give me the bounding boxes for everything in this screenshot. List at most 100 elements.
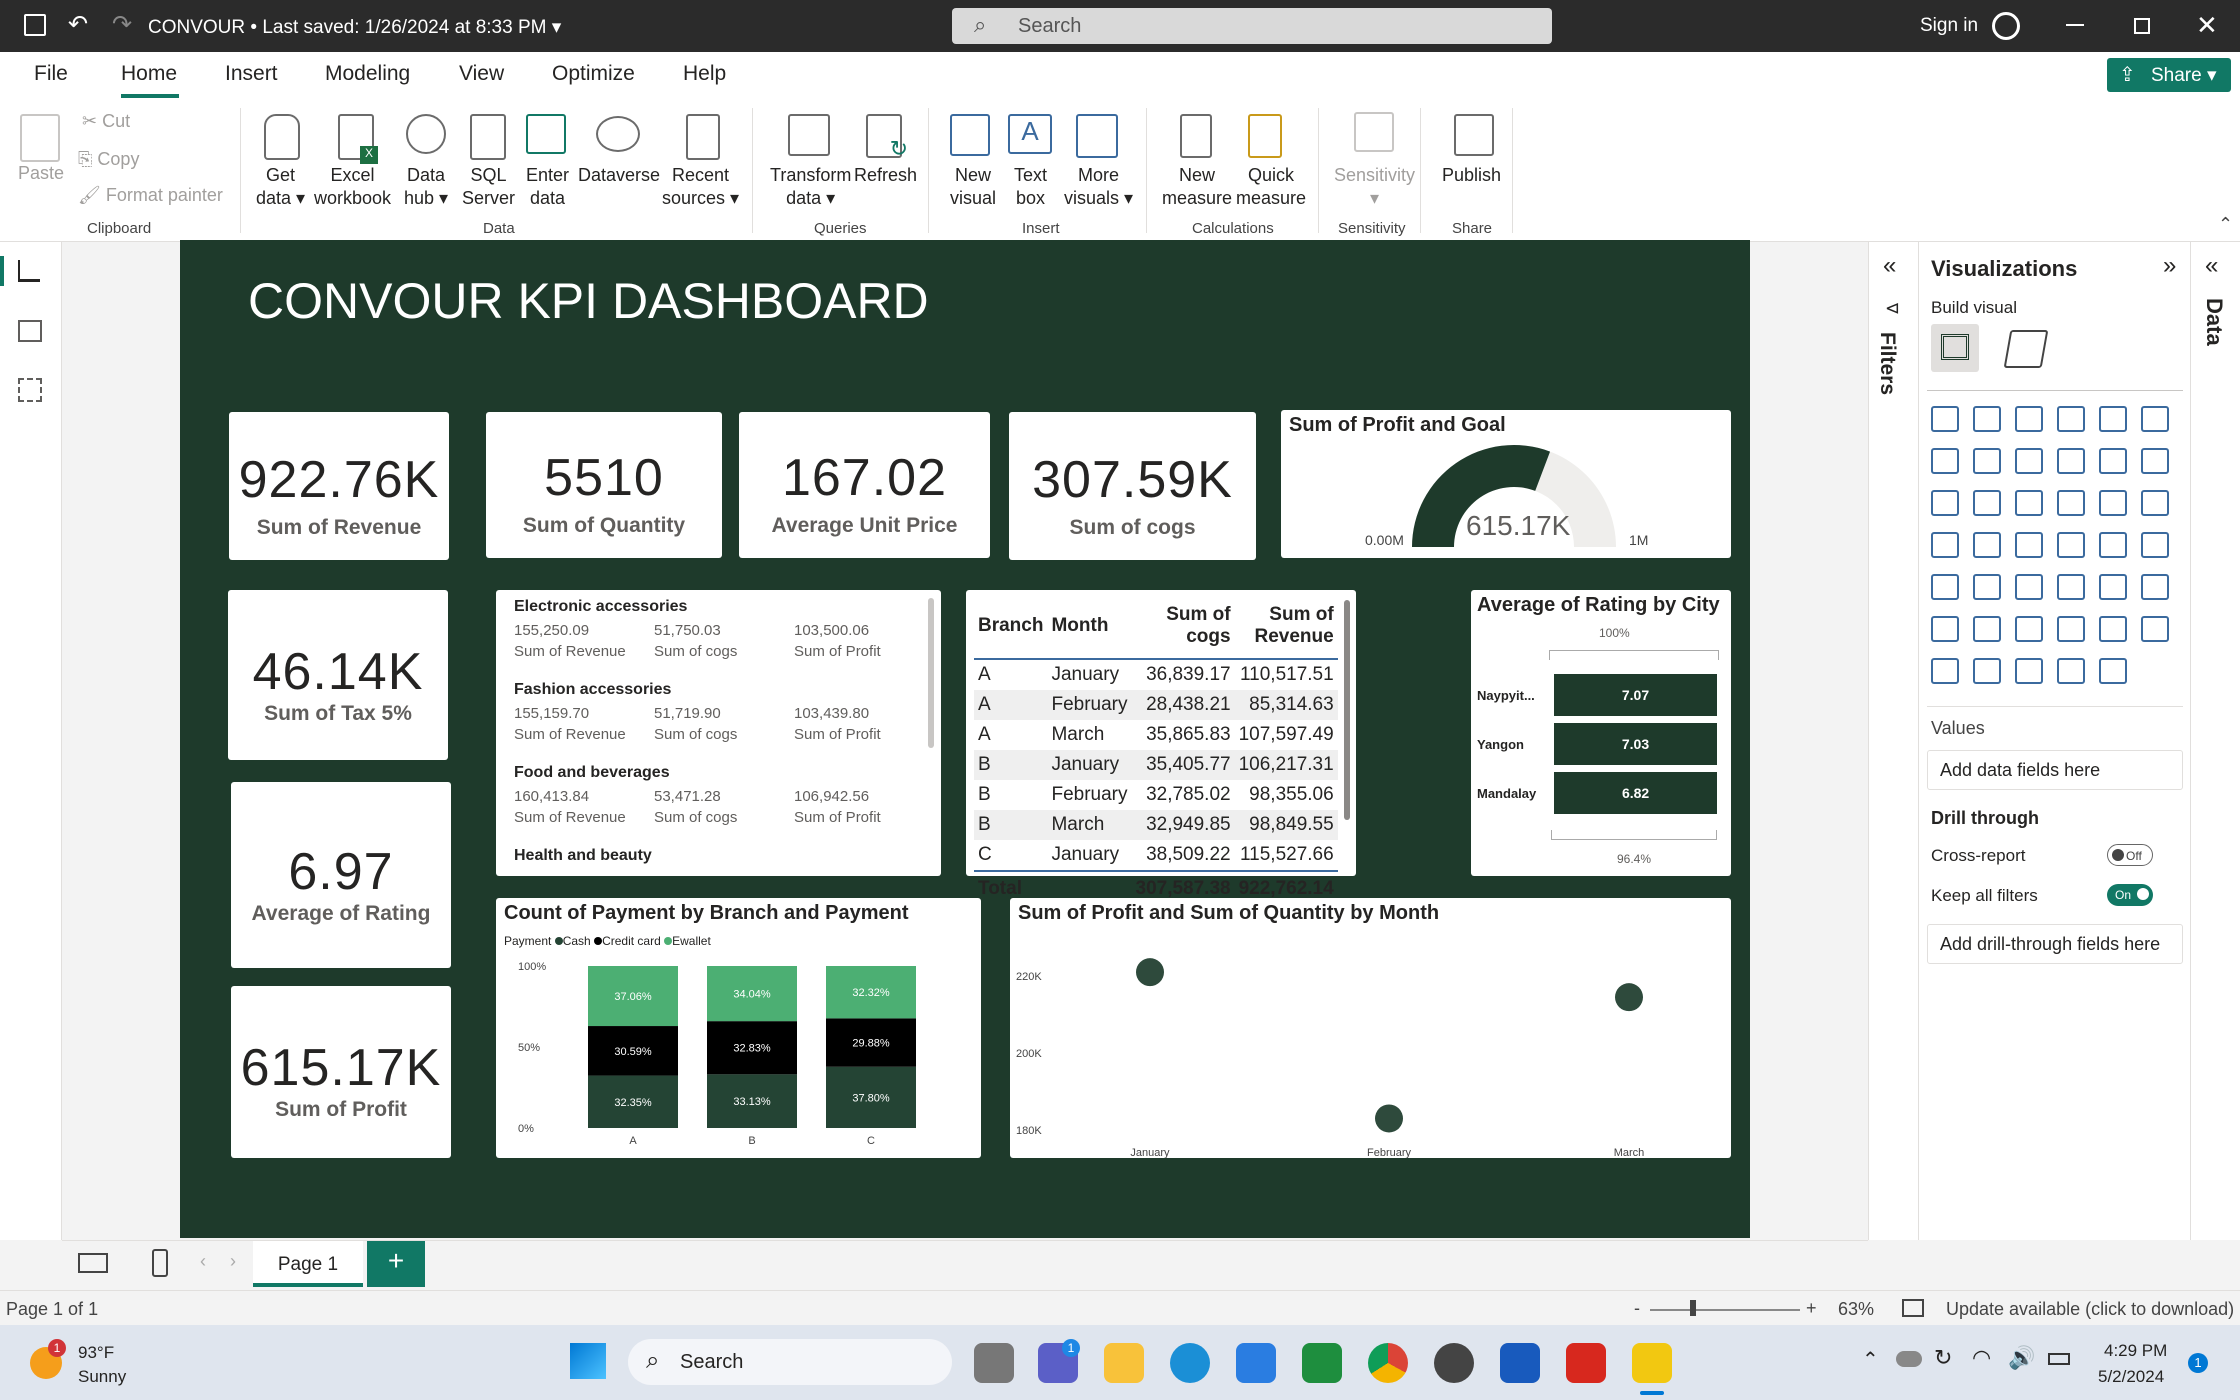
quick-measure-button[interactable]: Quick measure	[1236, 164, 1306, 210]
sync-icon[interactable]: ↻	[1934, 1345, 1952, 1371]
new-visual-button[interactable]: New visual	[950, 164, 996, 210]
matrix-icon[interactable]	[2057, 574, 2085, 600]
slicer-icon[interactable]	[1973, 574, 2001, 600]
diamond-icon[interactable]	[2057, 658, 2085, 684]
table-row[interactable]: B February 32,785.02 98,355.06	[974, 780, 1338, 810]
multirow-card[interactable]: Electronic accessories 155,250.09 Sum of R…	[496, 590, 941, 876]
decomposition-tree-icon[interactable]	[1973, 616, 2001, 642]
filters-label[interactable]: Filters	[1875, 332, 1899, 395]
get-data-button[interactable]: Get data ▾	[256, 164, 305, 210]
tab-insert[interactable]: Insert	[225, 62, 278, 86]
store-icon[interactable]	[1236, 1343, 1276, 1383]
ribbon-chart-icon[interactable]	[2141, 448, 2169, 474]
share-button[interactable]: ⇪ Share ▾	[2107, 58, 2231, 92]
model-view-icon[interactable]	[18, 378, 42, 402]
kpi-icon[interactable]	[1931, 574, 1959, 600]
line-chart-icon[interactable]	[1931, 448, 1959, 474]
tab-modeling[interactable]: Modeling	[325, 62, 410, 86]
profit-quantity-chart-card[interactable]: Sum of Profit and Sum of Quantity by Mon…	[1010, 898, 1731, 1158]
clock-date[interactable]: 5/2/2024	[2098, 1367, 2164, 1387]
file-explorer-icon[interactable]	[1104, 1343, 1144, 1383]
collapse-icon[interactable]: «	[1883, 252, 1896, 280]
tab-file[interactable]: File	[34, 62, 68, 86]
city-bar[interactable]: 7.03	[1554, 723, 1717, 765]
zoom-slider[interactable]: - +	[1634, 1298, 1818, 1318]
payment-chart-card[interactable]: Count of Payment by Branch and Payment P…	[496, 898, 981, 1158]
search-box[interactable]: ⌕ Search	[952, 8, 1552, 44]
scrollbar[interactable]	[1344, 600, 1350, 820]
scatter-point[interactable]	[1615, 983, 1643, 1012]
minimize-icon[interactable]	[2066, 24, 2084, 26]
scatter-icon[interactable]	[2015, 490, 2043, 516]
kpi-card-unit-price[interactable]: 167.02 Average Unit Price	[739, 412, 990, 558]
format-painter-button[interactable]: 🖌 Format painter	[78, 184, 223, 207]
add-data-field[interactable]: Add data fields here	[1927, 750, 2183, 790]
arcgis-icon[interactable]	[2015, 658, 2043, 684]
collapse-ribbon-icon[interactable]: ⌃	[2218, 214, 2233, 235]
publish-button[interactable]: Publish	[1442, 164, 1501, 187]
column-header[interactable]: Sum of Revenue	[1234, 598, 1338, 660]
new-measure-button[interactable]: New measure	[1162, 164, 1232, 210]
data-label[interactable]: Data	[2201, 298, 2227, 346]
chrome-icon[interactable]	[1368, 1343, 1408, 1383]
keep-filters-toggle[interactable]: On	[2107, 884, 2153, 906]
100-column-icon[interactable]	[2141, 406, 2169, 432]
donut-chart-icon[interactable]	[2099, 490, 2127, 516]
chevron-down-icon[interactable]: ▾	[552, 17, 562, 38]
add-drill-field[interactable]: Add drill-through fields here	[1927, 924, 2183, 964]
mobile-layout-icon[interactable]	[152, 1249, 168, 1277]
python-script-icon[interactable]	[2141, 574, 2169, 600]
taskbar-search[interactable]: ⌕ Search	[628, 1339, 952, 1385]
next-page-icon[interactable]: ›	[230, 1251, 236, 1272]
table-card[interactable]: Branch Month Sum of cogs Sum of Revenue A Jan…	[966, 590, 1356, 906]
waterfall-icon[interactable]	[1931, 490, 1959, 516]
redo-icon[interactable]: ↷	[112, 10, 132, 39]
chevron-icon[interactable]	[2099, 658, 2127, 684]
treemap-icon[interactable]	[2141, 490, 2169, 516]
kpi-card-profit[interactable]: 615.17K Sum of Profit	[231, 986, 451, 1158]
powerbi-icon[interactable]	[1632, 1343, 1672, 1383]
power-apps-icon[interactable]	[1931, 658, 1959, 684]
table-row[interactable]: B January 35,405.77 106,217.31	[974, 750, 1338, 780]
tab-optimize[interactable]: Optimize	[552, 62, 635, 86]
power-automate-icon[interactable]	[1973, 658, 2001, 684]
copy-button[interactable]: ⎘ Copy	[78, 148, 139, 171]
transform-data-button[interactable]: Transform data ▾	[770, 164, 851, 210]
build-visual-tab[interactable]	[1931, 324, 1979, 372]
acrobat-icon[interactable]	[1566, 1343, 1606, 1383]
stacked-column-icon[interactable]	[1973, 406, 2001, 432]
kpi-card-revenue[interactable]: 922.76K Sum of Revenue	[229, 412, 449, 560]
funnel-icon[interactable]	[1973, 490, 2001, 516]
undo-icon[interactable]: ↶	[68, 10, 88, 39]
narrative-icon[interactable]	[2057, 616, 2085, 642]
column-header[interactable]: Branch	[974, 598, 1048, 660]
key-influencers-icon[interactable]	[1931, 616, 1959, 642]
wifi-icon[interactable]: ◠	[1972, 1345, 1991, 1371]
scatter-point[interactable]	[1375, 1104, 1403, 1133]
kpi-card-cogs[interactable]: 307.59K Sum of cogs	[1009, 412, 1256, 560]
fit-page-icon[interactable]	[1902, 1299, 1924, 1317]
table-view-icon[interactable]	[18, 320, 42, 342]
scatter-point[interactable]	[1136, 958, 1164, 987]
city-bar[interactable]: 7.07	[1554, 674, 1717, 716]
enter-data-button[interactable]: Enter data	[526, 164, 569, 210]
table-row[interactable]: A February 28,438.21 85,314.63	[974, 690, 1338, 720]
data-hub-button[interactable]: Data hub ▾	[404, 164, 448, 210]
more-icon[interactable]	[2141, 658, 2169, 684]
clock-time[interactable]: 4:29 PM	[2104, 1341, 2167, 1361]
cloud-icon[interactable]	[1896, 1351, 1922, 1367]
sign-in-link[interactable]: Sign in	[1920, 15, 1978, 37]
column-header[interactable]: Month	[1047, 598, 1132, 660]
page-tab[interactable]: Page 1	[253, 1241, 363, 1287]
filled-map-icon[interactable]	[1973, 532, 2001, 558]
table-row[interactable]: A March 35,865.83 107,597.49	[974, 720, 1338, 750]
report-view-icon[interactable]	[18, 260, 40, 282]
update-link[interactable]: Update available (click to download)	[1946, 1299, 2234, 1320]
map-icon[interactable]	[1931, 532, 1959, 558]
line-clustered-icon[interactable]	[2099, 448, 2127, 474]
text-box-button[interactable]: Text box	[1014, 164, 1047, 210]
paginated-icon[interactable]	[2141, 616, 2169, 642]
cut-button[interactable]: ✂ Cut	[82, 110, 130, 133]
edge-icon[interactable]	[1170, 1343, 1210, 1383]
more-visuals-button[interactable]: More visuals ▾	[1064, 164, 1133, 210]
